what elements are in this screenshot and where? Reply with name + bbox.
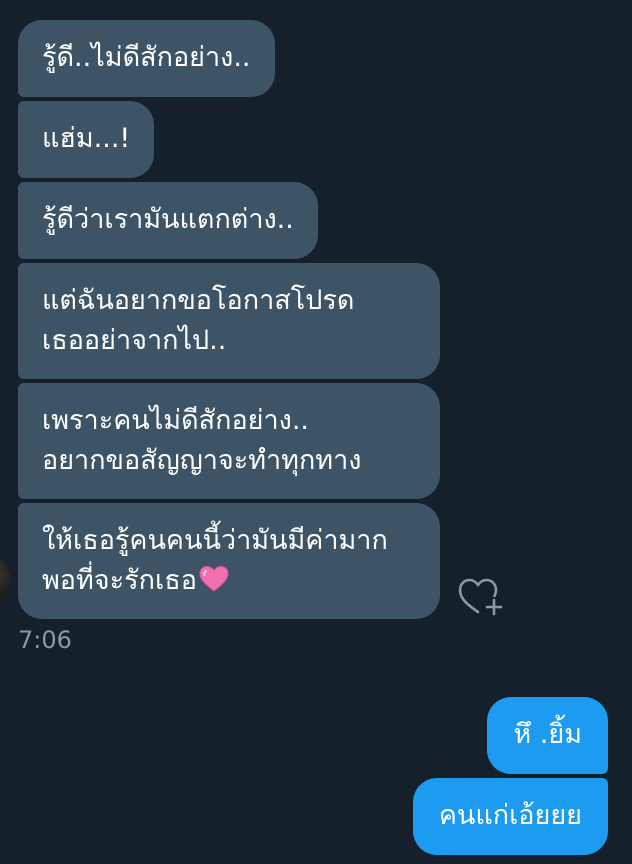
incoming-message-1[interactable]: รู้ดี..ไม่ดีสักอย่าง..	[18, 20, 275, 97]
outgoing-message-2[interactable]: คนแก่เอ้ยยย	[412, 778, 608, 855]
message-text-line-2-wrapper: พอที่จะรักเธอ	[42, 561, 416, 605]
message-text-line-1: ให้เธอรู้คนคนนี้ว่ามันมีค่ามาก	[42, 525, 388, 556]
sender-avatar[interactable]	[0, 556, 10, 602]
incoming-message-2[interactable]: แฮ่ม...!	[18, 101, 155, 178]
incoming-message-4[interactable]: แต่ฉันอยากขอโอกาสโปรด เธออย่าจากไป..	[18, 263, 440, 379]
message-text-line-2: พอที่จะรักเธอ	[42, 565, 197, 596]
message-text-line-2: เธออย่าจากไป..	[42, 325, 227, 356]
message-text-line-1: เพราะคนไม่ดีสักอย่าง..	[42, 405, 309, 436]
message-text: แฮ่ม...!	[42, 123, 131, 154]
message-text-line-1: แต่ฉันอยากขอโอกาสโปรด	[42, 285, 355, 316]
incoming-message-5[interactable]: เพราะคนไม่ดีสักอย่าง.. อยากขอสัญญาจะทำทุ…	[18, 383, 440, 499]
message-text: คนแก่เอ้ยยย	[438, 800, 582, 831]
message-text: รู้ดี..ไม่ดีสักอย่าง..	[42, 42, 251, 73]
heart-plus-icon[interactable]	[456, 574, 504, 618]
outgoing-message-1[interactable]: หึ .ยิ้ม	[487, 697, 608, 774]
message-text: หึ .ยิ้ม	[513, 719, 582, 750]
message-text: รู้ดีว่าเรามันแตกต่าง..	[42, 204, 294, 235]
incoming-message-6[interactable]: ให้เธอรู้คนคนนี้ว่ามันมีค่ามาก พอที่จะรั…	[18, 503, 440, 619]
pink-heart-emoji-icon	[199, 565, 229, 605]
message-timestamp: 7:06	[18, 626, 72, 654]
incoming-message-3[interactable]: รู้ดีว่าเรามันแตกต่าง..	[18, 182, 318, 259]
message-text-line-2: อยากขอสัญญาจะทำทุกทาง	[42, 445, 362, 476]
